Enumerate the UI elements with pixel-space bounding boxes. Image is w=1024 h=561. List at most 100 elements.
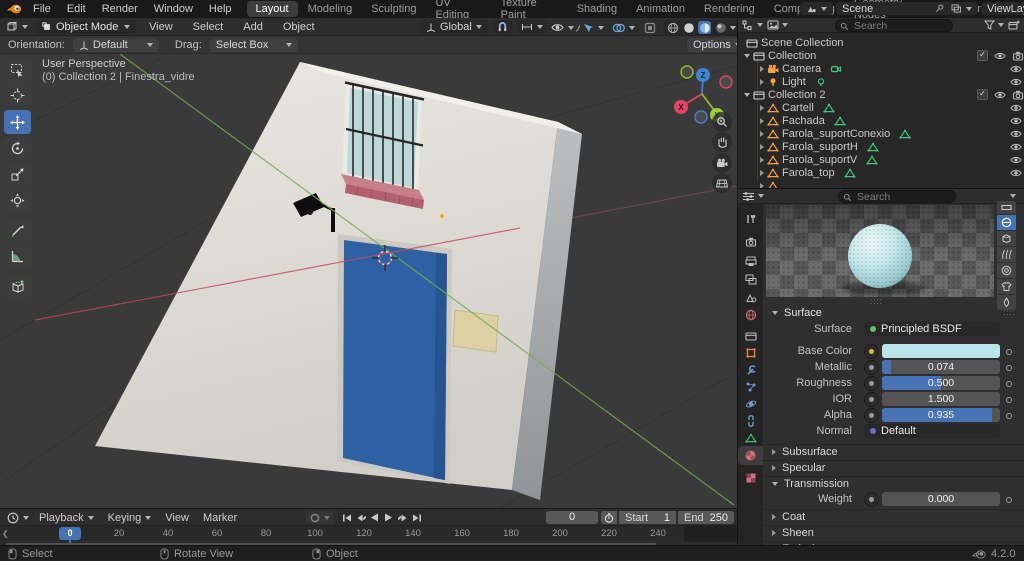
expand-icon[interactable] bbox=[760, 65, 764, 72]
alpha-slider[interactable]: 0.935 bbox=[882, 408, 1000, 422]
shading-solid-button[interactable] bbox=[682, 21, 695, 34]
tool-select-box[interactable] bbox=[4, 58, 31, 82]
workspace-tab-rendering[interactable]: Rendering bbox=[695, 1, 764, 17]
preview-cloth-button[interactable] bbox=[997, 279, 1016, 294]
window-object[interactable] bbox=[341, 81, 425, 210]
menu-render[interactable]: Render bbox=[95, 3, 145, 15]
play-button[interactable] bbox=[382, 511, 395, 524]
blender-logo-icon[interactable] bbox=[6, 3, 22, 15]
outliner-row-cartell[interactable]: Cartell bbox=[738, 101, 1024, 114]
viewport-menu-object[interactable]: Object bbox=[276, 21, 322, 33]
tab-tool[interactable] bbox=[738, 209, 763, 228]
gizmo-axis-neg-y[interactable] bbox=[680, 65, 694, 79]
editor-type-button[interactable] bbox=[4, 20, 30, 34]
shading-wireframe-button[interactable] bbox=[666, 21, 679, 34]
disable-render-icon[interactable] bbox=[1012, 51, 1024, 61]
tab-output[interactable] bbox=[738, 252, 763, 271]
disable-render-icon[interactable] bbox=[1012, 90, 1024, 100]
outliner-row-clipped[interactable] bbox=[738, 179, 1024, 188]
alpha-socket[interactable] bbox=[864, 408, 879, 423]
ior-socket[interactable] bbox=[864, 392, 879, 407]
section-subsurface[interactable]: Subsurface bbox=[762, 444, 1024, 459]
properties-editor-type-button[interactable] bbox=[742, 191, 764, 202]
sign-plaque-object[interactable] bbox=[452, 309, 499, 353]
outliner-filter-button[interactable] bbox=[984, 20, 1004, 30]
collection-checkbox[interactable]: ✓ bbox=[977, 50, 988, 61]
outliner-row-farola-suportv[interactable]: Farola_suportV bbox=[738, 153, 1024, 166]
keyframe-dot[interactable] bbox=[1006, 381, 1012, 387]
hide-eye-icon[interactable] bbox=[1010, 77, 1022, 87]
workspace-tab-layout[interactable]: Layout bbox=[246, 1, 298, 17]
section-specular[interactable]: Specular bbox=[762, 460, 1024, 475]
jump-to-start-button[interactable] bbox=[340, 511, 353, 524]
expand-icon[interactable] bbox=[760, 130, 764, 137]
outliner-display-mode-button[interactable] bbox=[767, 20, 788, 30]
door-object[interactable] bbox=[337, 234, 452, 484]
tab-world[interactable] bbox=[738, 305, 763, 324]
tool-cursor[interactable] bbox=[4, 83, 31, 107]
section-transmission[interactable]: Transmission bbox=[762, 476, 1024, 491]
roughness-socket[interactable] bbox=[864, 376, 879, 391]
play-reverse-button[interactable] bbox=[368, 511, 381, 524]
transform-orientation-dropdown[interactable]: Global bbox=[420, 20, 488, 34]
viewlayer-browse-button[interactable] bbox=[945, 2, 978, 15]
expand-icon[interactable] bbox=[760, 104, 764, 111]
workspace-tab-animation[interactable]: Animation bbox=[627, 1, 694, 17]
hide-eye-icon[interactable] bbox=[1010, 168, 1022, 178]
keyframe-dot[interactable] bbox=[1006, 365, 1012, 371]
workspace-tab-shading[interactable]: Shading bbox=[568, 1, 626, 17]
preview-hair-button[interactable] bbox=[997, 247, 1016, 262]
timeline-menu-keying[interactable]: Keying bbox=[101, 512, 159, 524]
base-color-socket[interactable] bbox=[864, 344, 879, 359]
expand-icon[interactable] bbox=[744, 92, 750, 97]
panel-drag-grip[interactable]: :::: bbox=[1003, 308, 1016, 317]
shading-material-button[interactable] bbox=[698, 21, 711, 34]
timeline-menu-playback[interactable]: Playback bbox=[32, 512, 101, 524]
tool-measure[interactable] bbox=[4, 244, 31, 268]
section-coat[interactable]: Coat bbox=[762, 509, 1024, 524]
viewport-menu-select[interactable]: Select bbox=[186, 21, 231, 33]
workspace-tab-modeling[interactable]: Modeling bbox=[299, 1, 362, 17]
jump-next-keyframe-button[interactable] bbox=[396, 511, 409, 524]
metallic-socket[interactable] bbox=[864, 360, 879, 375]
orientation-setting-dropdown[interactable]: Default bbox=[72, 38, 159, 52]
timeline-ruler[interactable]: 0 20 40 60 80 100 120 140 160 180 200 22… bbox=[0, 525, 737, 547]
xray-toggle[interactable] bbox=[641, 20, 659, 35]
tool-transform[interactable] bbox=[4, 188, 31, 212]
new-collection-button[interactable] bbox=[1008, 20, 1020, 31]
current-frame-field[interactable]: 0 bbox=[546, 511, 598, 524]
hide-eye-icon[interactable] bbox=[994, 90, 1006, 100]
base-color-swatch[interactable] bbox=[882, 344, 1000, 358]
gizmo-axis-neg-z[interactable] bbox=[694, 110, 708, 124]
jump-prev-keyframe-button[interactable] bbox=[354, 511, 367, 524]
keyframe-dot[interactable] bbox=[1006, 349, 1012, 355]
drag-setting-dropdown[interactable]: Select Box bbox=[209, 38, 298, 52]
transmission-weight-slider[interactable]: 0.000 bbox=[882, 492, 1000, 506]
viewport-menu-view[interactable]: View bbox=[142, 21, 180, 33]
frame-end-field[interactable]: End 250 bbox=[678, 511, 734, 524]
hide-eye-icon[interactable] bbox=[1010, 103, 1022, 113]
ior-slider[interactable]: 1.500 bbox=[882, 392, 1000, 406]
tool-move[interactable] bbox=[4, 110, 31, 134]
tab-render[interactable] bbox=[738, 232, 763, 251]
viewport-menu-add[interactable]: Add bbox=[236, 21, 270, 33]
overlays-dropdown[interactable] bbox=[610, 20, 637, 35]
shading-rendered-button[interactable] bbox=[714, 21, 727, 34]
metallic-slider[interactable]: 0.074 bbox=[882, 360, 1000, 374]
viewport-3d[interactable]: User Perspective (0) Collection 2 | Fine… bbox=[0, 54, 737, 508]
properties-search-input[interactable] bbox=[838, 190, 956, 203]
tab-texture[interactable] bbox=[738, 468, 763, 487]
tab-material[interactable] bbox=[738, 446, 763, 465]
menu-window[interactable]: Window bbox=[147, 3, 200, 15]
surface-shader-dropdown[interactable]: Principled BSDF bbox=[864, 322, 1000, 336]
tool-rotate[interactable] bbox=[4, 136, 31, 160]
object-visibility-dropdown[interactable] bbox=[549, 20, 576, 35]
hide-eye-icon[interactable] bbox=[1010, 64, 1022, 74]
jump-to-end-button[interactable] bbox=[410, 511, 423, 524]
tool-scale[interactable] bbox=[4, 162, 31, 186]
keyframe-dot[interactable] bbox=[1006, 497, 1012, 503]
playhead[interactable]: 0 bbox=[59, 527, 81, 540]
keyframe-dot[interactable] bbox=[1006, 413, 1012, 419]
zoom-button[interactable] bbox=[712, 112, 732, 132]
timeline-menu-marker[interactable]: Marker bbox=[196, 512, 244, 524]
